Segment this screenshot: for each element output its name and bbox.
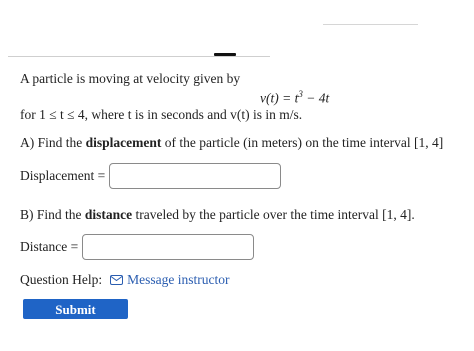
distance-input[interactable] bbox=[82, 234, 255, 260]
problem-domain: for 1 ≤ t ≤ 4, where t is in seconds and… bbox=[20, 107, 303, 122]
distance-label: Distance = bbox=[20, 239, 79, 254]
message-instructor-link[interactable]: Message instructor bbox=[110, 272, 229, 288]
displacement-label: Displacement = bbox=[20, 168, 106, 183]
tab-strip-underline bbox=[8, 56, 270, 57]
part-b-bold: distance bbox=[84, 207, 133, 222]
question-help-row: Question Help: Message instructor bbox=[20, 270, 229, 290]
equation-lhs: v(t) = t bbox=[260, 90, 299, 106]
problem-intro: A particle is moving at velocity given b… bbox=[20, 71, 241, 86]
part-a-prefix: A) Find the bbox=[20, 135, 86, 150]
displacement-row: Displacement = bbox=[20, 162, 282, 190]
equation-rhs: − 4t bbox=[302, 90, 330, 106]
displacement-input[interactable] bbox=[109, 163, 282, 189]
mail-icon bbox=[110, 275, 124, 285]
question-help-label: Question Help: bbox=[20, 272, 103, 287]
part-b-question: B) Find the distance traveled by the par… bbox=[20, 206, 415, 224]
part-a-question: A) Find the displacement of the particle… bbox=[20, 134, 443, 152]
message-instructor-text: Message instructor bbox=[127, 272, 230, 287]
top-navigation bbox=[0, 0, 474, 60]
top-divider bbox=[323, 24, 418, 25]
distance-row: Distance = bbox=[20, 233, 255, 261]
part-a-interval: [1, 4] bbox=[414, 135, 444, 150]
part-a-bold: displacement bbox=[85, 135, 162, 150]
active-tab-indicator bbox=[214, 53, 236, 56]
part-b-interval: [1, 4]. bbox=[382, 207, 415, 222]
part-b-prefix: B) Find the bbox=[20, 207, 85, 222]
submit-question-button[interactable]: Submit Question bbox=[23, 299, 128, 337]
part-b-suffix: traveled by the particle over the time i… bbox=[132, 207, 383, 222]
part-a-suffix: of the particle (in meters) on the time … bbox=[161, 135, 415, 150]
velocity-equation: v(t) = t3 − 4t bbox=[260, 89, 329, 107]
